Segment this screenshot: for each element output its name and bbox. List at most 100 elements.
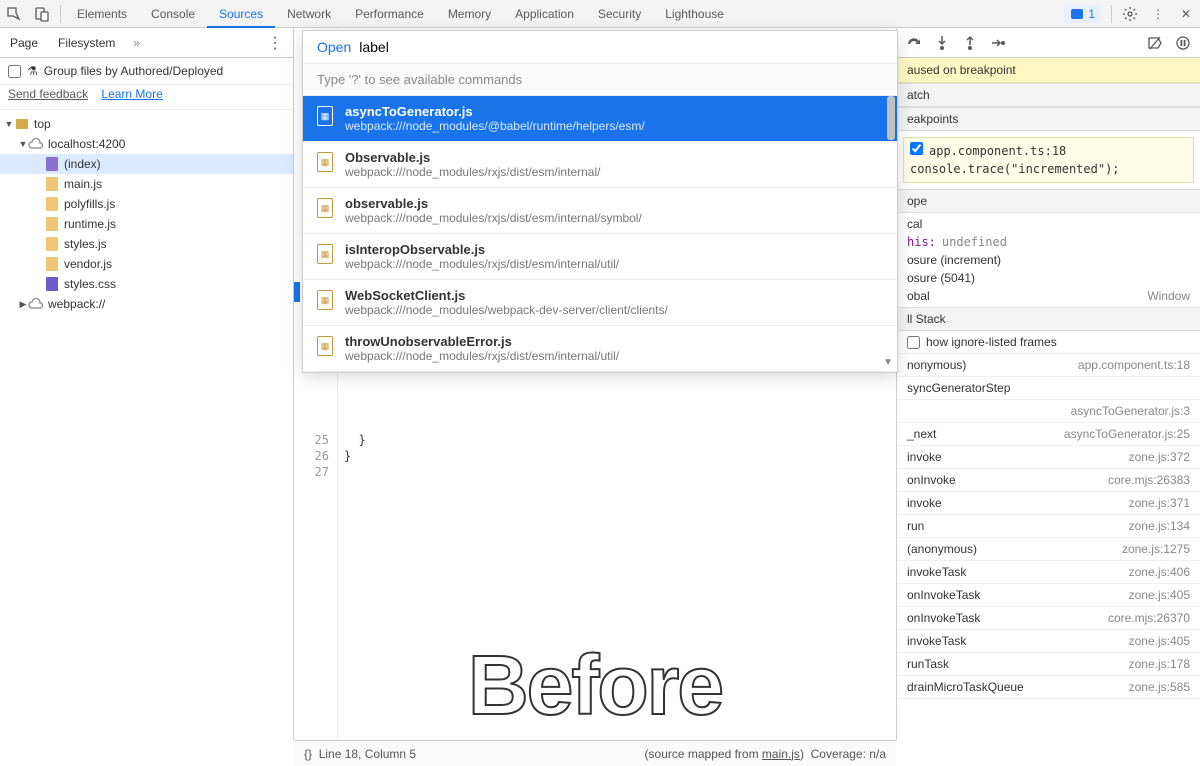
stack-frame[interactable]: invokeTaskzone.js:406 [897, 561, 1200, 584]
navigator-more-icon[interactable]: ⋮ [257, 33, 293, 53]
result-path: webpack:///node_modules/rxjs/dist/esm/in… [345, 349, 619, 363]
open-file-item[interactable]: ▦WebSocketClient.jswebpack:///node_modul… [303, 280, 897, 326]
stack-frame[interactable]: runzone.js:134 [897, 515, 1200, 538]
ignore-frames-row[interactable]: how ignore-listed frames [897, 331, 1200, 354]
issues-badge[interactable]: 1 [1064, 5, 1101, 23]
tabs-overflow-icon[interactable]: » [125, 36, 148, 50]
learn-more-link[interactable]: Learn More [101, 87, 162, 101]
result-title: Observable.js [345, 150, 600, 165]
js-icon [44, 196, 60, 212]
stack-frame[interactable]: (anonymous)zone.js:1275 [897, 538, 1200, 561]
stack-frame[interactable]: asyncToGenerator.js:3 [897, 400, 1200, 423]
tab-sources[interactable]: Sources [207, 0, 275, 28]
breakpoints-section[interactable]: eakpoints [897, 107, 1200, 131]
frame-function: runTask [907, 657, 949, 671]
stack-frame[interactable]: _nextasyncToGenerator.js:25 [897, 423, 1200, 446]
group-files-checkbox[interactable] [8, 65, 21, 78]
scope-section[interactable]: ope [897, 189, 1200, 213]
tab-lighthouse[interactable]: Lighthouse [653, 0, 736, 28]
ignore-frames-checkbox[interactable] [907, 336, 920, 349]
result-path: webpack:///node_modules/webpack-dev-serv… [345, 303, 668, 317]
frame-function: drainMicroTaskQueue [907, 680, 1024, 694]
tree-node[interactable]: ▼top [0, 114, 293, 134]
deactivate-breakpoints-icon[interactable] [1144, 32, 1166, 54]
tab-elements[interactable]: Elements [65, 0, 139, 28]
frame-function: onInvokeTask [907, 588, 980, 602]
tree-node[interactable]: ▶webpack:// [0, 294, 293, 314]
stack-frame[interactable]: onInvokecore.mjs:26383 [897, 469, 1200, 492]
navigator-pane: Page Filesystem » ⋮ ⚗ Group files by Aut… [0, 28, 294, 740]
js-icon [44, 236, 60, 252]
open-file-item[interactable]: ▦asyncToGenerator.jswebpack:///node_modu… [303, 96, 897, 142]
tab-console[interactable]: Console [139, 0, 207, 28]
tab-memory[interactable]: Memory [436, 0, 503, 28]
tab-indicator [294, 282, 300, 302]
open-file-item[interactable]: ▦Observable.jswebpack:///node_modules/rx… [303, 142, 897, 188]
tree-node[interactable]: styles.css [0, 274, 293, 294]
stack-frame[interactable]: drainMicroTaskQueuezone.js:585 [897, 676, 1200, 699]
breakpoint-entry[interactable]: app.component.ts:18 console.trace("incre… [903, 137, 1194, 183]
open-file-input[interactable] [359, 39, 883, 55]
open-file-item[interactable]: ▦ throwUnobservableError.jswebpack:///nod… [303, 326, 897, 372]
stack-frame[interactable]: runTaskzone.js:178 [897, 653, 1200, 676]
tab-application[interactable]: Application [503, 0, 586, 28]
tab-network[interactable]: Network [275, 0, 343, 28]
divider [60, 5, 61, 23]
cloud-icon [28, 136, 44, 152]
stack-frame[interactable]: onInvokeTaskcore.mjs:26370 [897, 607, 1200, 630]
tree-label: main.js [64, 177, 102, 191]
frame-function: syncGeneratorStep [907, 381, 1010, 395]
scope-local[interactable]: cal [897, 215, 1200, 233]
scope-closure-1[interactable]: osure (increment) [897, 251, 1200, 269]
step-into-icon[interactable] [931, 32, 953, 54]
tree-node[interactable]: polyfills.js [0, 194, 293, 214]
js-icon [44, 216, 60, 232]
pretty-print-icon[interactable]: {} [304, 747, 312, 761]
tree-node[interactable]: main.js [0, 174, 293, 194]
open-file-item[interactable]: ▦observable.jswebpack:///node_modules/rx… [303, 188, 897, 234]
stack-frame[interactable]: nonymous)app.component.ts:18 [897, 354, 1200, 377]
scope-closure-2[interactable]: osure (5041) [897, 269, 1200, 287]
close-icon[interactable]: ✕ [1172, 0, 1200, 28]
tree-node[interactable]: ▼localhost:4200 [0, 134, 293, 154]
tree-node[interactable]: runtime.js [0, 214, 293, 234]
callstack-section[interactable]: ll Stack [897, 307, 1200, 331]
inspect-icon[interactable] [0, 0, 28, 28]
group-files-row: ⚗ Group files by Authored/Deployed [0, 58, 293, 85]
tree-node[interactable]: (index) [0, 154, 293, 174]
mapped-file-link[interactable]: main.js [762, 747, 800, 761]
tree-node[interactable]: styles.js [0, 234, 293, 254]
tab-page[interactable]: Page [0, 28, 48, 58]
result-path: webpack:///node_modules/rxjs/dist/esm/in… [345, 165, 600, 179]
tab-security[interactable]: Security [586, 0, 653, 28]
chevron-down-icon[interactable]: ▼ [883, 357, 893, 368]
tab-filesystem[interactable]: Filesystem [48, 28, 125, 58]
pause-exceptions-icon[interactable] [1172, 32, 1194, 54]
frame-function: invoke [907, 496, 942, 510]
device-toggle-icon[interactable] [28, 0, 56, 28]
result-title: throwUnobservableError.js [345, 334, 619, 349]
step-icon[interactable] [987, 32, 1009, 54]
before-watermark: Before [468, 637, 722, 734]
result-title: WebSocketClient.js [345, 288, 668, 303]
scrollbar-thumb[interactable] [887, 96, 895, 140]
tab-performance[interactable]: Performance [343, 0, 436, 28]
more-icon[interactable]: ⋮ [1144, 0, 1172, 28]
stack-frame[interactable]: syncGeneratorStep [897, 377, 1200, 400]
watch-section[interactable]: atch [897, 83, 1200, 107]
send-feedback-link[interactable]: Send feedback [8, 87, 88, 101]
scope-global[interactable]: obalWindow [897, 287, 1200, 305]
stack-frame[interactable]: invokeTaskzone.js:405 [897, 630, 1200, 653]
settings-icon[interactable] [1116, 0, 1144, 28]
frame-location: zone.js:134 [1129, 519, 1190, 533]
file-icon: ▦ [317, 336, 333, 356]
step-out-icon[interactable] [959, 32, 981, 54]
tree-node[interactable]: vendor.js [0, 254, 293, 274]
stack-frame[interactable]: invokezone.js:372 [897, 446, 1200, 469]
stack-frame[interactable]: onInvokeTaskzone.js:405 [897, 584, 1200, 607]
stack-frame[interactable]: invokezone.js:371 [897, 492, 1200, 515]
step-over-icon-2[interactable] [903, 32, 925, 54]
open-file-item[interactable]: ▦isInteropObservable.jswebpack:///node_m… [303, 234, 897, 280]
breakpoint-checkbox[interactable] [910, 142, 923, 155]
file-icon: ▦ [317, 198, 333, 218]
